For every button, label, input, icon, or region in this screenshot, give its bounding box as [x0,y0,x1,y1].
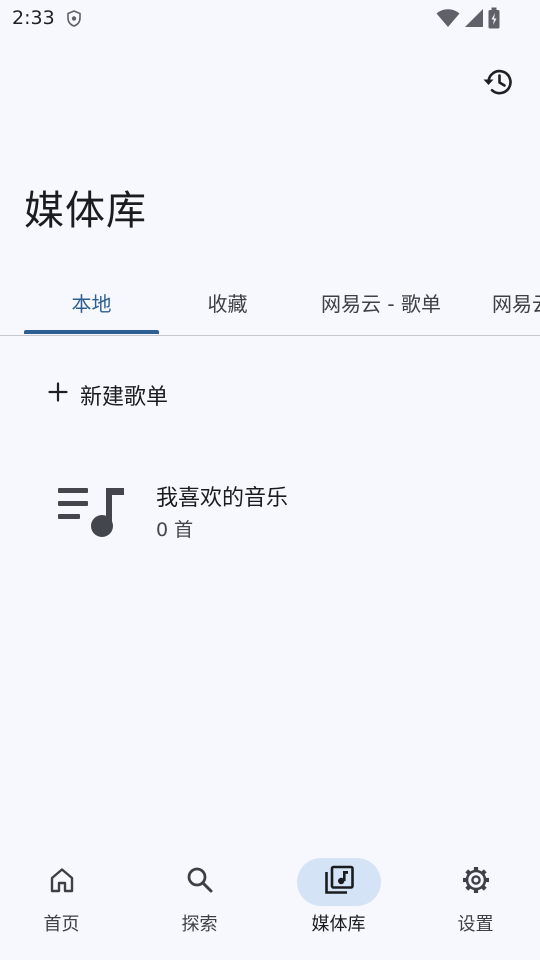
nav-icon-container [297,858,381,906]
bottom-navigation: 首页 探索 媒体库 设置 [0,848,540,960]
plus-icon [46,380,70,410]
nav-settings[interactable]: 设置 [408,848,540,960]
nav-label: 设置 [457,914,494,935]
tab-netease[interactable]: 网易云 [492,272,540,332]
page-title: 媒体库 [24,188,147,234]
wifi-icon [436,8,460,32]
status-bar: 2:33 [0,0,540,38]
home-icon [47,865,77,899]
library-music-icon [323,864,355,900]
tab-label: 网易云 [492,291,540,316]
nav-label: 探索 [181,914,218,935]
nav-library[interactable]: 媒体库 [271,848,406,960]
tab-label: 本地 [71,291,112,316]
nav-icon-container [434,858,518,906]
new-playlist-label: 新建歌单 [80,385,169,410]
history-icon [481,65,515,103]
new-playlist-button[interactable]: 新建歌单 [46,370,168,420]
status-time: 2:33 [12,7,55,29]
battery-charging-icon [488,7,500,33]
cell-signal-icon [464,8,484,32]
playlist-name: 我喜欢的音乐 [156,486,289,511]
nav-label: 首页 [43,914,80,935]
playlist-music-icon [56,482,128,546]
status-icons [436,7,500,33]
tab-label: 收藏 [207,291,248,316]
tab-bar: 本地 收藏 网易云 - 歌单 网易云 [0,272,540,336]
nav-icon-container [158,858,242,906]
playlist-item[interactable]: 我喜欢的音乐 0 首 [40,462,500,558]
nav-home[interactable]: 首页 [0,848,129,960]
nav-label: 媒体库 [311,914,366,935]
search-icon [185,865,215,899]
gear-icon [460,864,492,900]
nav-explore[interactable]: 探索 [132,848,267,960]
history-button[interactable] [478,64,518,104]
tab-favorites[interactable]: 收藏 [160,272,295,332]
tab-indicator [24,330,159,334]
tab-label: 网易云 - 歌单 [321,291,441,316]
tab-netease-playlists[interactable]: 网易云 - 歌单 [296,272,466,332]
playlist-song-count: 0 首 [156,519,194,541]
vpn-shield-icon [66,10,82,31]
tab-local[interactable]: 本地 [24,272,159,332]
nav-icon-container [20,858,104,906]
